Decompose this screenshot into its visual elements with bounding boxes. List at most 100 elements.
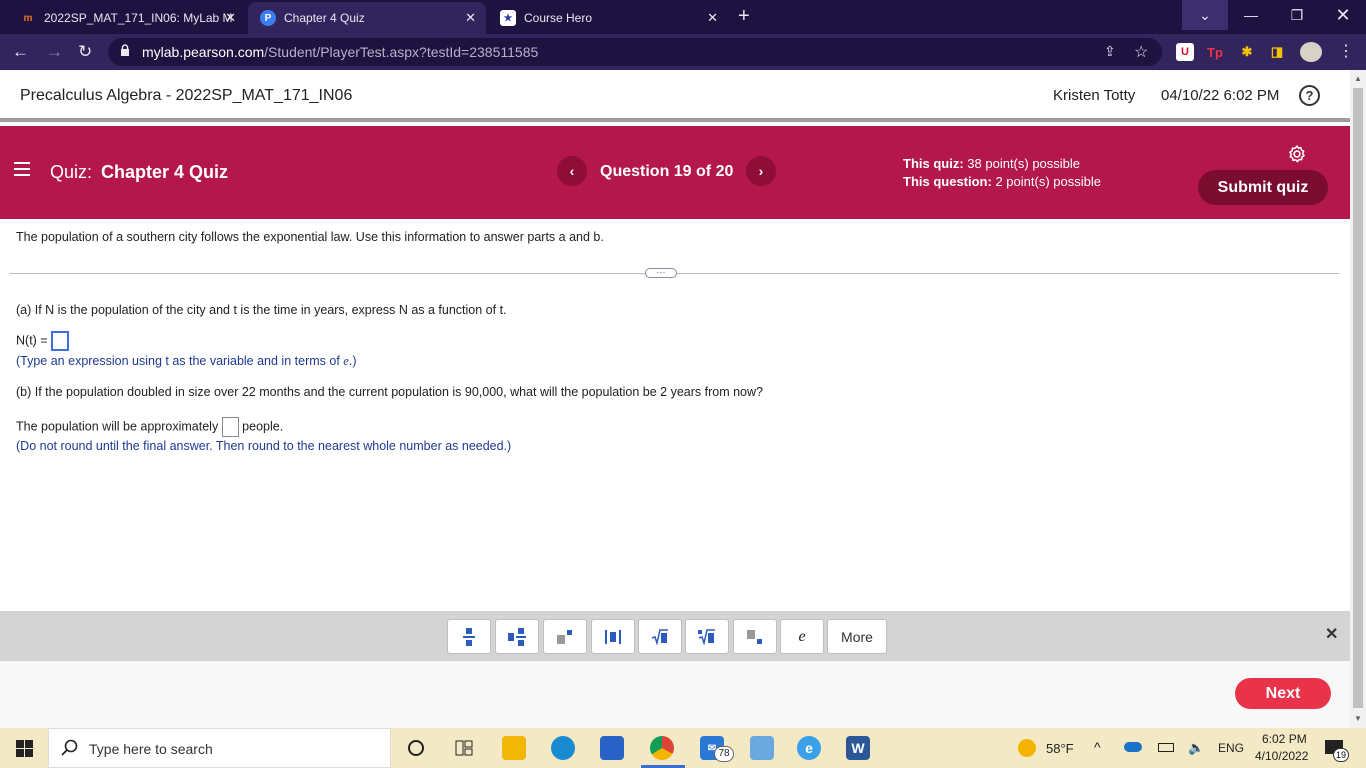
scroll-up-icon[interactable]: ▲ bbox=[1354, 74, 1362, 83]
subscript-icon[interactable] bbox=[733, 619, 777, 654]
extensions-puzzle-icon[interactable]: ✱ bbox=[1238, 43, 1256, 61]
volume-icon[interactable]: 🔈 bbox=[1188, 740, 1204, 756]
next-button[interactable]: Next bbox=[1235, 678, 1331, 709]
part-a-answer-input[interactable] bbox=[51, 331, 70, 351]
task-view-icon[interactable] bbox=[452, 736, 476, 760]
course-header: Precalculus Algebra - 2022SP_MAT_171_IN0… bbox=[0, 70, 1350, 122]
question-points-value: 2 point(s) possible bbox=[995, 174, 1101, 189]
address-bar[interactable]: mylab.pearson.com/Student/PlayerTest.asp… bbox=[108, 38, 1162, 66]
address-toolbar: ← → ↻ mylab.pearson.com/Student/PlayerTe… bbox=[0, 34, 1366, 70]
tab-chapter-4-quiz[interactable]: P Chapter 4 Quiz ✕ bbox=[248, 2, 486, 34]
student-name: Kristen Totty bbox=[1053, 87, 1136, 104]
part-a-hint: (Type an expression using t as the varia… bbox=[16, 354, 356, 369]
edge-icon[interactable] bbox=[551, 736, 575, 760]
settings-gear-icon[interactable] bbox=[1287, 144, 1307, 170]
search-placeholder: Type here to search bbox=[89, 741, 213, 757]
file-explorer-icon[interactable] bbox=[502, 736, 526, 760]
part-b-suffix: people. bbox=[242, 419, 284, 434]
chrome-icon[interactable] bbox=[650, 736, 674, 760]
pearson-icon: P bbox=[260, 10, 276, 26]
profile-avatar[interactable] bbox=[1300, 42, 1322, 62]
tab-mylab[interactable]: m 2022SP_MAT_171_IN06: MyLab M ✕ bbox=[8, 2, 246, 34]
browser-menu-icon[interactable]: ⋮ bbox=[1338, 41, 1354, 61]
quiz-points: This quiz: 38 point(s) possible bbox=[903, 156, 1080, 171]
part-b-prefix: The population will be approximately bbox=[16, 419, 219, 434]
submit-quiz-button[interactable]: Submit quiz bbox=[1198, 170, 1328, 205]
mixed-number-icon[interactable] bbox=[495, 619, 539, 654]
weather-sun-icon[interactable] bbox=[1018, 739, 1036, 757]
clock-time[interactable]: 6:02 PM bbox=[1262, 732, 1307, 746]
language-indicator[interactable]: ENG bbox=[1218, 741, 1244, 755]
part-b-hint: (Do not round until the final answer. Th… bbox=[16, 439, 512, 453]
minimize-icon[interactable]: — bbox=[1228, 0, 1274, 30]
store-icon[interactable] bbox=[600, 736, 624, 760]
close-window-icon[interactable]: ✕ bbox=[1320, 0, 1366, 30]
question-indicator[interactable]: Question 19 of 20 bbox=[600, 163, 733, 181]
part-a-hint-end: .) bbox=[348, 354, 357, 368]
back-arrow-icon[interactable]: ← bbox=[12, 42, 29, 62]
quiz-name: Chapter 4 Quiz bbox=[101, 162, 229, 182]
weather-temp[interactable]: 58°F bbox=[1046, 741, 1074, 756]
word-icon[interactable]: W bbox=[846, 736, 870, 760]
tab-course-hero[interactable]: ★ Course Hero ✕ bbox=[488, 2, 728, 34]
restore-icon[interactable]: ❐ bbox=[1274, 0, 1320, 30]
browser-tab-bar: m 2022SP_MAT_171_IN06: MyLab M ✕ P Chapt… bbox=[0, 0, 1366, 34]
question-intro: The population of a southern city follow… bbox=[16, 230, 604, 244]
quiz-points-label: This quiz: bbox=[903, 156, 964, 171]
tray-chevron-up-icon[interactable]: ^ bbox=[1094, 739, 1101, 755]
windows-taskbar: Type here to search ✉ 78 e W 58°F ^ 🔈 EN… bbox=[0, 728, 1366, 768]
notification-count: 19 bbox=[1333, 748, 1349, 762]
quiz-prefix: Quiz: bbox=[50, 162, 93, 182]
question-points: This question: 2 point(s) possible bbox=[903, 174, 1101, 189]
scroll-thumb[interactable] bbox=[1353, 88, 1363, 708]
close-icon[interactable]: ✕ bbox=[465, 10, 476, 26]
tab-title: Course Hero bbox=[524, 11, 593, 25]
more-button[interactable]: More bbox=[827, 619, 887, 654]
next-question-button[interactable]: › bbox=[746, 156, 776, 186]
onedrive-cloud-icon[interactable] bbox=[1124, 742, 1142, 752]
expand-ellipsis-button[interactable]: ··· bbox=[645, 268, 677, 278]
part-b-prompt: (b) If the population doubled in size ov… bbox=[16, 385, 763, 399]
quiz-footer: Next bbox=[0, 661, 1350, 728]
sidebar-icon[interactable]: ◨ bbox=[1268, 43, 1286, 61]
hamburger-menu-icon[interactable] bbox=[14, 162, 30, 176]
math-palette: e More ✕ bbox=[0, 611, 1350, 661]
reload-icon[interactable]: ↻ bbox=[78, 42, 92, 62]
absolute-value-icon[interactable] bbox=[591, 619, 635, 654]
share-icon[interactable]: ⇪ bbox=[1104, 43, 1116, 60]
tab-search-chevron-icon[interactable]: ⌄ bbox=[1182, 0, 1228, 30]
windows-start-icon[interactable] bbox=[16, 740, 33, 757]
new-tab-button[interactable]: + bbox=[738, 5, 750, 28]
cortana-icon[interactable] bbox=[404, 736, 428, 760]
exponent-icon[interactable] bbox=[543, 619, 587, 654]
star-icon: ★ bbox=[500, 10, 516, 26]
taskbar-search[interactable]: Type here to search bbox=[48, 728, 391, 768]
nth-root-icon[interactable] bbox=[685, 619, 729, 654]
bookmark-star-icon[interactable]: ☆ bbox=[1134, 42, 1148, 62]
part-a-hint-text: (Type an expression using t as the varia… bbox=[16, 354, 340, 368]
laptop-app-icon[interactable] bbox=[750, 736, 774, 760]
previous-question-button[interactable]: ‹ bbox=[557, 156, 587, 186]
url-path: /Student/PlayerTest.aspx?testId=23851158… bbox=[264, 44, 539, 60]
close-icon[interactable]: ✕ bbox=[225, 10, 236, 26]
battery-icon[interactable] bbox=[1158, 743, 1174, 752]
help-icon[interactable]: ? bbox=[1299, 85, 1320, 106]
part-a-prompt: (a) If N is the population of the city a… bbox=[16, 303, 507, 317]
page-scrollbar[interactable]: ▲ ▼ bbox=[1350, 70, 1366, 728]
tp-extension-icon[interactable]: Tp bbox=[1206, 43, 1224, 61]
square-root-icon[interactable] bbox=[638, 619, 682, 654]
mail-badge: 78 bbox=[714, 746, 734, 762]
euler-e-button[interactable]: e bbox=[780, 619, 824, 654]
internet-explorer-icon[interactable]: e bbox=[797, 736, 821, 760]
ublock-extension-icon[interactable]: U bbox=[1176, 43, 1194, 61]
close-palette-icon[interactable]: ✕ bbox=[1325, 624, 1338, 644]
forward-arrow-icon[interactable]: → bbox=[46, 42, 63, 62]
close-icon[interactable]: ✕ bbox=[707, 10, 718, 26]
quiz-header: Quiz: Chapter 4 Quiz ‹ Question 19 of 20… bbox=[0, 126, 1350, 219]
fraction-icon[interactable] bbox=[447, 619, 491, 654]
question-points-label: This question: bbox=[903, 174, 992, 189]
scroll-down-icon[interactable]: ▼ bbox=[1354, 714, 1362, 723]
clock-date[interactable]: 4/10/2022 bbox=[1255, 749, 1308, 763]
nt-label: N(t) = bbox=[16, 333, 48, 348]
part-b-answer-input[interactable] bbox=[221, 417, 239, 437]
